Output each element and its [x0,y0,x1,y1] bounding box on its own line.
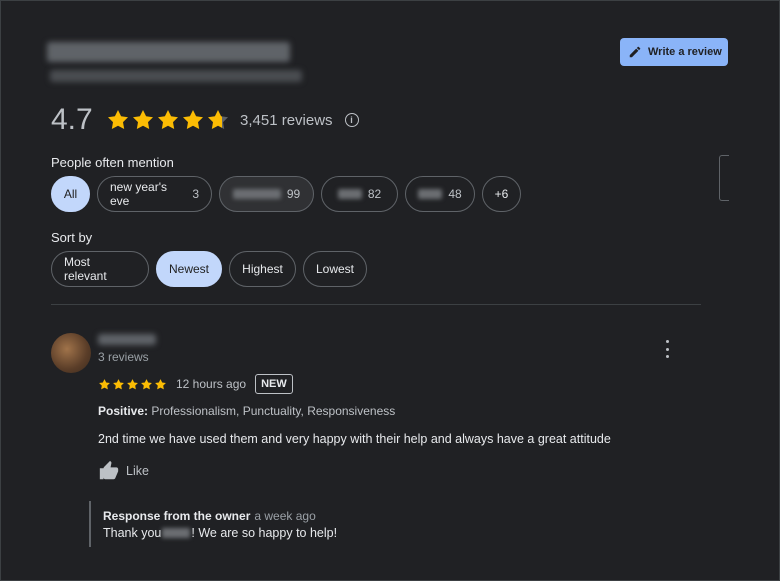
review-time: 12 hours ago [176,377,247,391]
chip-all[interactable]: All [51,176,90,212]
sort-options: Most relevant Newest Highest Lowest [51,251,367,287]
sort-option-label: Newest [169,262,210,276]
chip-more[interactable]: +6 [482,176,521,212]
chip-label-redacted [232,189,281,199]
star-icon [155,378,166,389]
mentions-label: People often mention [51,155,174,170]
star-icon [158,110,178,130]
average-rating: 4.7 [51,103,93,136]
chip-count: 3 [192,187,199,201]
divider [51,304,701,305]
write-review-label: Write a review [648,46,722,58]
response-text-end: ! We are so happy to help! [191,526,338,540]
chip-new-years-eve[interactable]: new year's eve 3 [97,176,212,212]
positive-attributes: Positive: Professionalism, Punctuality, … [98,404,395,418]
owner-response: Response from the owner a week ago Thank … [89,501,389,547]
sort-option-label: Highest [242,262,283,276]
like-button[interactable]: Like [98,460,149,482]
sort-newest[interactable]: Newest [156,251,222,287]
pencil-icon [629,46,641,58]
review-stars [98,378,167,391]
response-time: a week ago [254,509,316,523]
rating-stars [106,108,230,132]
review-text: 2nd time we have used them and very happ… [98,432,611,446]
chip-count: 99 [286,187,301,201]
mention-chips: All new year's eve 3 99 82 48 +6 [51,176,521,212]
star-icon [133,110,153,130]
sort-highest[interactable]: Highest [229,251,296,287]
sort-option-label: Lowest [315,262,355,276]
reviewer-review-count: 3 reviews [98,350,149,364]
star-icon [99,378,110,389]
star-icon [183,110,203,130]
star-icon [208,110,228,130]
positive-text: Professionalism, Punctuality, Responsive… [148,404,396,418]
positive-label: Positive: [98,404,149,418]
scroll-handle[interactable] [719,155,729,201]
chip-redacted-2[interactable]: 82 [321,176,398,212]
chip-count: 48 [448,187,462,201]
star-icon [113,378,124,389]
avatar[interactable] [51,333,91,373]
review-panel [0,0,780,581]
chip-count: 82 [367,187,382,201]
star-icon [127,378,138,389]
sort-label: Sort by [51,230,93,245]
chip-redacted-3[interactable]: 48 [405,176,475,212]
chip-label-redacted [337,189,362,199]
write-review-button[interactable]: Write a review [620,38,728,66]
business-address-redacted [50,70,302,82]
sort-lowest[interactable]: Lowest [303,251,367,287]
rating-summary: 4.7 3,451 reviews i [51,103,359,137]
chip-label: +6 [494,187,509,201]
star-icon [141,378,152,389]
more-options-icon[interactable] [660,340,674,358]
sort-most-relevant[interactable]: Most relevant [51,251,149,287]
response-text: Thank you ! We are so happy to help! [103,526,389,540]
business-name-redacted [47,42,290,62]
reviews-count: 3,451 reviews [240,111,333,129]
info-icon[interactable]: i [344,113,359,127]
review-meta: 12 hours ago NEW [98,374,293,394]
star-icon [108,110,128,130]
chip-label: All [63,187,78,201]
response-title: Response from the owner [103,509,251,523]
thumbs-up-icon [99,460,119,480]
chip-label-redacted [418,189,443,199]
like-label: Like [126,464,149,478]
sort-option-label: Most relevant [64,255,107,283]
chip-redacted-1[interactable]: 99 [219,176,314,212]
chip-label: new year's eve [110,180,167,208]
new-badge: NEW [255,374,293,394]
reviewer-name-redacted[interactable] [98,334,156,345]
redacted-name [162,528,191,538]
response-text-start: Thank you [103,526,162,540]
